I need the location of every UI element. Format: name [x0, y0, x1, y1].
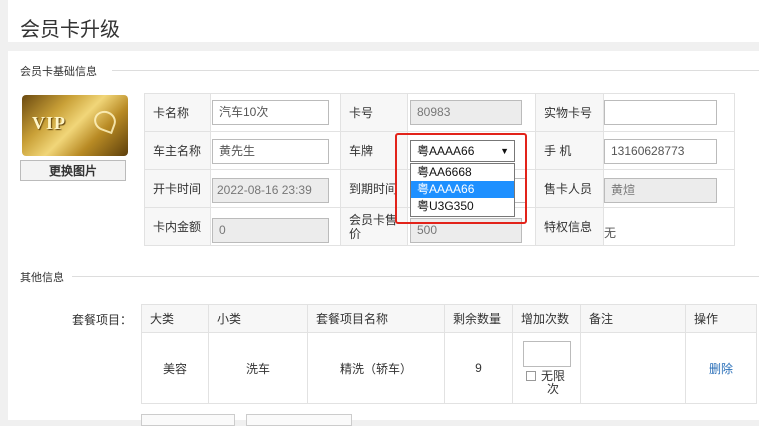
- page-title: 会员卡升级: [20, 19, 120, 41]
- label-owner: 车主名称: [144, 131, 211, 170]
- change-image-button[interactable]: 更换图片: [20, 160, 126, 181]
- phone-input[interactable]: 13160628773: [604, 139, 717, 164]
- balance-input: 0: [212, 218, 329, 243]
- package-label: 套餐项目：: [72, 313, 133, 327]
- privilege-value: 无: [604, 226, 617, 240]
- card-name-input[interactable]: 汽车10次: [212, 100, 329, 125]
- section-title-other: 其他信息: [20, 272, 64, 284]
- label-balance: 卡内金额: [144, 207, 211, 246]
- add-count-input[interactable]: [522, 340, 571, 367]
- col-header: 增加次数: [512, 304, 581, 333]
- cell-remaining: 9: [444, 332, 513, 404]
- cell-note: [580, 332, 686, 404]
- divider: [72, 276, 759, 277]
- unlimited-checkbox[interactable]: [526, 371, 536, 382]
- physical-card-input[interactable]: [604, 100, 717, 125]
- card-number-input: 80983: [410, 100, 522, 125]
- cell-subcategory: 洗车: [208, 332, 308, 404]
- cell-item-name: 精洗（轿车）: [307, 332, 445, 404]
- package-table: 大类 小类 套餐项目名称 剩余数量 增加次数 备注 操作 美容 洗车 精洗（轿车…: [141, 304, 757, 404]
- col-header: 操作: [685, 304, 757, 333]
- unlimited-label: 无限次: [540, 368, 565, 396]
- cell-add-count: 无限次: [512, 332, 581, 404]
- delete-link[interactable]: 删除: [709, 362, 733, 376]
- cell-action: 删除: [685, 332, 757, 404]
- bottom-button-left[interactable]: [141, 414, 235, 426]
- seller-input: 黄煊: [604, 178, 717, 203]
- label-card-name: 卡名称: [144, 93, 211, 132]
- divider: [112, 70, 759, 71]
- cell-category: 美容: [141, 332, 209, 404]
- label-phone: 手 机: [535, 131, 604, 170]
- col-header: 大类: [141, 304, 209, 333]
- section-title-basic: 会员卡基础信息: [20, 66, 97, 78]
- label-privilege: 特权信息: [535, 207, 604, 246]
- owner-name-input[interactable]: 黄先生: [212, 139, 329, 164]
- label-seller: 售卡人员: [535, 169, 604, 208]
- bottom-button-right[interactable]: [246, 414, 352, 426]
- ribbon-icon: [91, 107, 119, 135]
- col-header: 小类: [208, 304, 308, 333]
- table-row: 美容 洗车 精洗（轿车） 9 无限次 删除: [141, 332, 757, 404]
- open-time-input: 2022-08-16 23:39: [212, 178, 329, 203]
- col-header: 剩余数量: [444, 304, 513, 333]
- col-header: 套餐项目名称: [307, 304, 445, 333]
- card-image: VIP: [22, 95, 128, 156]
- label-physical-card: 实物卡号: [535, 93, 604, 132]
- title-bar: 会员卡升级: [8, 0, 759, 42]
- col-header: 备注: [580, 304, 686, 333]
- label-open-time: 开卡时间: [144, 169, 211, 208]
- highlight-box: [395, 133, 527, 224]
- card-image-text: VIP: [32, 113, 66, 133]
- label-card-no: 卡号: [340, 93, 408, 132]
